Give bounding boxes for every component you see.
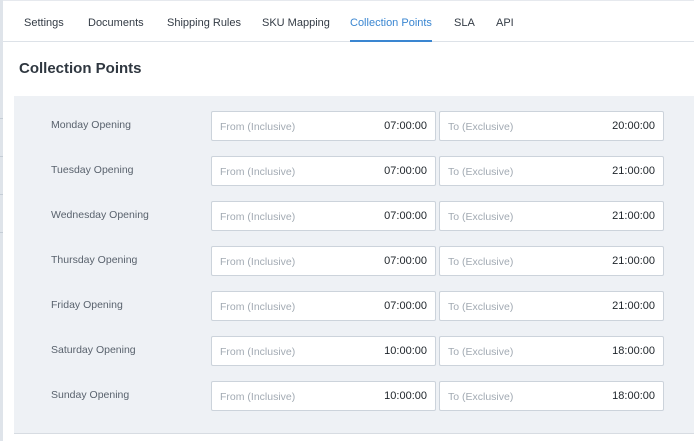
day-label: Tuesday Opening	[51, 164, 134, 176]
to-value: 21:00:00	[612, 255, 655, 267]
opening-hours-panel: Monday Opening From (Inclusive) 07:00:00…	[14, 96, 694, 434]
tab-collection-points[interactable]: Collection Points	[350, 1, 432, 42]
from-time-input[interactable]: From (Inclusive) 07:00:00	[211, 291, 436, 321]
to-value: 18:00:00	[612, 390, 655, 402]
tab-api[interactable]: API	[496, 1, 514, 42]
opening-row-friday: Friday Opening From (Inclusive) 07:00:00…	[14, 291, 694, 321]
to-placeholder: To (Exclusive)	[448, 391, 514, 403]
tab-bar: Settings Documents Shipping Rules SKU Ma…	[3, 0, 694, 42]
day-label: Saturday Opening	[51, 344, 136, 356]
tab-documents[interactable]: Documents	[88, 1, 144, 42]
tab-shipping-rules[interactable]: Shipping Rules	[167, 1, 241, 42]
from-value: 07:00:00	[384, 165, 427, 177]
tab-sku-mapping[interactable]: SKU Mapping	[262, 1, 330, 42]
to-placeholder: To (Exclusive)	[448, 121, 514, 133]
day-label: Wednesday Opening	[51, 209, 149, 221]
to-time-input[interactable]: To (Exclusive) 18:00:00	[439, 336, 664, 366]
opening-row-sunday: Sunday Opening From (Inclusive) 10:00:00…	[14, 381, 694, 411]
to-time-input[interactable]: To (Exclusive) 18:00:00	[439, 381, 664, 411]
day-label: Thursday Opening	[51, 254, 138, 266]
day-label: Monday Opening	[51, 119, 131, 131]
from-placeholder: From (Inclusive)	[220, 121, 296, 133]
from-value: 10:00:00	[384, 390, 427, 402]
from-value: 07:00:00	[384, 255, 427, 267]
to-time-input[interactable]: To (Exclusive) 21:00:00	[439, 291, 664, 321]
to-value: 21:00:00	[612, 300, 655, 312]
from-placeholder: From (Inclusive)	[220, 301, 296, 313]
from-time-input[interactable]: From (Inclusive) 10:00:00	[211, 381, 436, 411]
from-value: 10:00:00	[384, 345, 427, 357]
opening-row-tuesday: Tuesday Opening From (Inclusive) 07:00:0…	[14, 156, 694, 186]
from-value: 07:00:00	[384, 210, 427, 222]
left-rail-divider	[0, 194, 3, 195]
page-title: Collection Points	[19, 60, 142, 77]
from-time-input[interactable]: From (Inclusive) 07:00:00	[211, 156, 436, 186]
opening-row-wednesday: Wednesday Opening From (Inclusive) 07:00…	[14, 201, 694, 231]
from-time-input[interactable]: From (Inclusive) 07:00:00	[211, 201, 436, 231]
tab-settings[interactable]: Settings	[24, 1, 64, 42]
to-time-input[interactable]: To (Exclusive) 21:00:00	[439, 246, 664, 276]
opening-row-thursday: Thursday Opening From (Inclusive) 07:00:…	[14, 246, 694, 276]
from-placeholder: From (Inclusive)	[220, 346, 296, 358]
to-placeholder: To (Exclusive)	[448, 166, 514, 178]
from-placeholder: From (Inclusive)	[220, 211, 296, 223]
from-placeholder: From (Inclusive)	[220, 391, 296, 403]
to-value: 21:00:00	[612, 165, 655, 177]
to-time-input[interactable]: To (Exclusive) 20:00:00	[439, 111, 664, 141]
opening-row-saturday: Saturday Opening From (Inclusive) 10:00:…	[14, 336, 694, 366]
from-value: 07:00:00	[384, 120, 427, 132]
left-rail-divider	[0, 232, 3, 233]
to-placeholder: To (Exclusive)	[448, 211, 514, 223]
left-rail-divider	[0, 118, 3, 119]
opening-row-monday: Monday Opening From (Inclusive) 07:00:00…	[14, 111, 694, 141]
day-label: Sunday Opening	[51, 389, 130, 401]
tab-sla[interactable]: SLA	[454, 1, 475, 42]
to-time-input[interactable]: To (Exclusive) 21:00:00	[439, 156, 664, 186]
from-time-input[interactable]: From (Inclusive) 07:00:00	[211, 111, 436, 141]
left-rail	[0, 0, 3, 441]
day-label: Friday Opening	[51, 299, 123, 311]
to-value: 18:00:00	[612, 345, 655, 357]
from-time-input[interactable]: From (Inclusive) 07:00:00	[211, 246, 436, 276]
left-rail-divider	[0, 156, 3, 157]
to-placeholder: To (Exclusive)	[448, 346, 514, 358]
to-value: 21:00:00	[612, 210, 655, 222]
from-time-input[interactable]: From (Inclusive) 10:00:00	[211, 336, 436, 366]
to-placeholder: To (Exclusive)	[448, 256, 514, 268]
to-time-input[interactable]: To (Exclusive) 21:00:00	[439, 201, 664, 231]
to-placeholder: To (Exclusive)	[448, 301, 514, 313]
from-placeholder: From (Inclusive)	[220, 256, 296, 268]
from-placeholder: From (Inclusive)	[220, 166, 296, 178]
to-value: 20:00:00	[612, 120, 655, 132]
from-value: 07:00:00	[384, 300, 427, 312]
